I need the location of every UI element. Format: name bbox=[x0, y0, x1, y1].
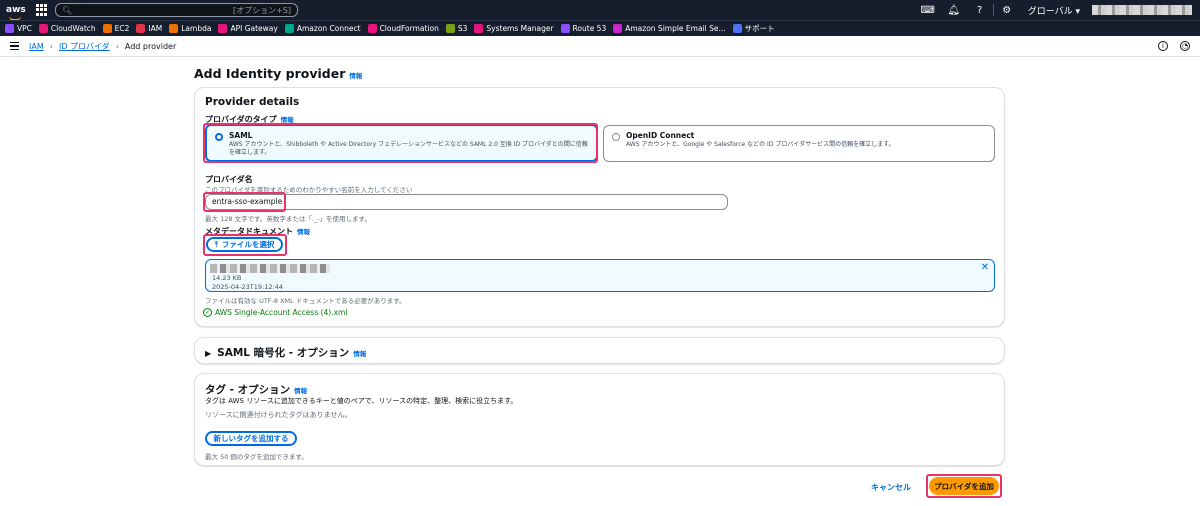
file-hint: ファイルは有効な UTF-8 XML ドキュメントである必要があります。 bbox=[205, 297, 406, 305]
page-title: Add Identity provider 情報 bbox=[194, 66, 363, 81]
service-icon bbox=[102, 24, 112, 33]
clock-icon[interactable]: ◔ bbox=[1180, 41, 1190, 51]
favorite-cloudwatch[interactable]: CloudWatch bbox=[38, 24, 96, 33]
services-menu-icon[interactable] bbox=[36, 4, 48, 16]
openid-connect-radio[interactable] bbox=[612, 133, 620, 141]
service-icon bbox=[218, 24, 228, 33]
service-icon bbox=[284, 24, 294, 33]
aws-logo[interactable]: aws bbox=[6, 6, 26, 21]
favorite-ec2[interactable]: EC2 bbox=[102, 24, 129, 33]
service-icon bbox=[445, 24, 455, 33]
check-circle-icon: ✓ bbox=[203, 308, 212, 317]
selected-file-card: 14.23 KB 2025-04-23T19:12:44 ✕ bbox=[205, 259, 995, 292]
service-icon bbox=[732, 24, 742, 33]
tags-limit-hint: 最大 50 個のタグを追加できます。 bbox=[205, 453, 308, 461]
provider-details-title: Provider details bbox=[205, 96, 300, 108]
service-icon bbox=[560, 24, 570, 33]
service-icon bbox=[136, 24, 146, 33]
upload-success-status: ✓ AWS Single-Account Access (4).xml bbox=[203, 308, 348, 317]
caret-right-icon: ▶ bbox=[205, 349, 212, 358]
tags-title: タグ - オプション bbox=[205, 384, 291, 396]
search-input[interactable]: 🔍︎ 検索 [オプション+S] bbox=[55, 3, 298, 17]
favorite-api-gateway[interactable]: API Gateway bbox=[218, 24, 278, 33]
openid-connect-option-tile[interactable]: OpenID Connect AWS アカウントと、Google や Sales… bbox=[603, 125, 995, 162]
top-navigation-bar: aws 🔍︎ 検索 [オプション+S] ⌨ 🔔︎ ? ⚙ グローバル ▾ bbox=[0, 0, 1200, 21]
info-link[interactable]: 情報 bbox=[294, 385, 307, 395]
file-size: 14.23 KB bbox=[212, 274, 242, 282]
file-name-blurred bbox=[210, 264, 330, 273]
breadcrumb-bar: IAM › ID プロバイダ › Add provider i ◔ bbox=[0, 36, 1200, 57]
main-content: Add Identity provider 情報 Provider detail… bbox=[194, 66, 1005, 498]
favorite-lambda[interactable]: Lambda bbox=[169, 24, 211, 33]
upload-icon: ⤒ bbox=[214, 239, 218, 249]
favorite-systems-manager[interactable]: Systems Manager bbox=[474, 24, 554, 33]
info-panel-icon[interactable]: i bbox=[1158, 41, 1168, 51]
info-link[interactable]: 情報 bbox=[353, 348, 366, 358]
tags-description: タグは AWS リソースに追加できるキーと値のペアで、リソースの特定、整理、検索… bbox=[205, 397, 518, 405]
provider-name-hint: 最大 128 文字です。英数字または「._-」を使用します。 bbox=[205, 215, 371, 223]
favorite-amazon-simple-email-se[interactable]: Amazon Simple Email Se... bbox=[613, 24, 726, 33]
add-tag-button[interactable]: 新しいタグを追加する bbox=[205, 431, 297, 446]
favorites-bar: VPC CloudWatch EC2 IAM Lambda API Gateway Amaz… bbox=[0, 20, 1200, 36]
chevron-right-icon: › bbox=[49, 41, 53, 51]
favorite-amazon-connect[interactable]: Amazon Connect bbox=[284, 24, 361, 33]
service-icon bbox=[474, 24, 484, 33]
tags-empty-message: リソースに関連付けられたタグはありません。 bbox=[205, 411, 352, 419]
saml-encryption-section[interactable]: ▶ SAML 暗号化 - オプション 情報 bbox=[194, 337, 1005, 364]
close-icon[interactable]: ✕ bbox=[981, 262, 989, 273]
metadata-document-label: メタデータドキュメント 情報 bbox=[205, 226, 310, 236]
breadcrumb-current: Add provider bbox=[124, 41, 177, 51]
hamburger-menu-icon[interactable] bbox=[10, 42, 19, 50]
cloudshell-icon[interactable]: ⌨ bbox=[915, 5, 941, 16]
choose-file-button[interactable]: ⤒ ファイルを選択 bbox=[206, 237, 283, 252]
service-icon bbox=[169, 24, 179, 33]
help-icon[interactable]: ? bbox=[967, 5, 993, 16]
saml-option-tile[interactable]: SAML AWS アカウントと、Shibboleth や Active Dire… bbox=[205, 124, 598, 162]
account-menu-blurred[interactable] bbox=[1092, 5, 1192, 15]
favorite-iam[interactable]: IAM bbox=[136, 24, 162, 33]
cancel-button[interactable]: キャンセル bbox=[871, 482, 911, 493]
favorite-cloudformation[interactable]: CloudFormation bbox=[367, 24, 439, 33]
favorite-s3[interactable]: S3 bbox=[445, 24, 467, 33]
breadcrumb-id-providers[interactable]: ID プロバイダ bbox=[59, 41, 110, 52]
info-link[interactable]: 情報 bbox=[281, 114, 294, 124]
gear-icon[interactable]: ⚙ bbox=[994, 5, 1020, 16]
service-icon bbox=[5, 24, 14, 33]
favorite-[interactable]: サポート bbox=[732, 23, 775, 34]
region-selector[interactable]: グローバル ▾ bbox=[1028, 4, 1080, 17]
favorite-vpc[interactable]: VPC bbox=[5, 24, 32, 33]
provider-details-card: Provider details プロバイダのタイプ 情報 SAML AWS ア… bbox=[194, 87, 1005, 327]
service-icon bbox=[367, 24, 377, 33]
service-icon bbox=[38, 24, 48, 33]
tags-card: タグ - オプション 情報 タグは AWS リソースに追加できるキーと値のペアで… bbox=[194, 373, 1005, 466]
service-icon bbox=[613, 24, 623, 33]
file-date: 2025-04-23T19:12:44 bbox=[212, 283, 283, 291]
form-footer: キャンセル プロバイダを追加 bbox=[194, 474, 1005, 498]
provider-name-input[interactable]: entra-sso-example bbox=[205, 194, 728, 210]
provider-name-description: このプロバイダを識別するためのわかりやすい名前を入力してください bbox=[205, 186, 413, 194]
info-link[interactable]: 情報 bbox=[349, 70, 362, 80]
chevron-right-icon: › bbox=[115, 41, 119, 51]
breadcrumb: IAM › ID プロバイダ › Add provider bbox=[29, 41, 176, 52]
search-icon: 🔍︎ bbox=[62, 5, 73, 15]
bell-icon[interactable]: 🔔︎ bbox=[941, 5, 967, 16]
add-provider-button[interactable]: プロバイダを追加 bbox=[929, 477, 999, 495]
info-link[interactable]: 情報 bbox=[297, 226, 310, 236]
favorite-route-53[interactable]: Route 53 bbox=[560, 24, 606, 33]
saml-radio[interactable] bbox=[215, 133, 223, 141]
breadcrumb-iam[interactable]: IAM bbox=[29, 42, 44, 51]
